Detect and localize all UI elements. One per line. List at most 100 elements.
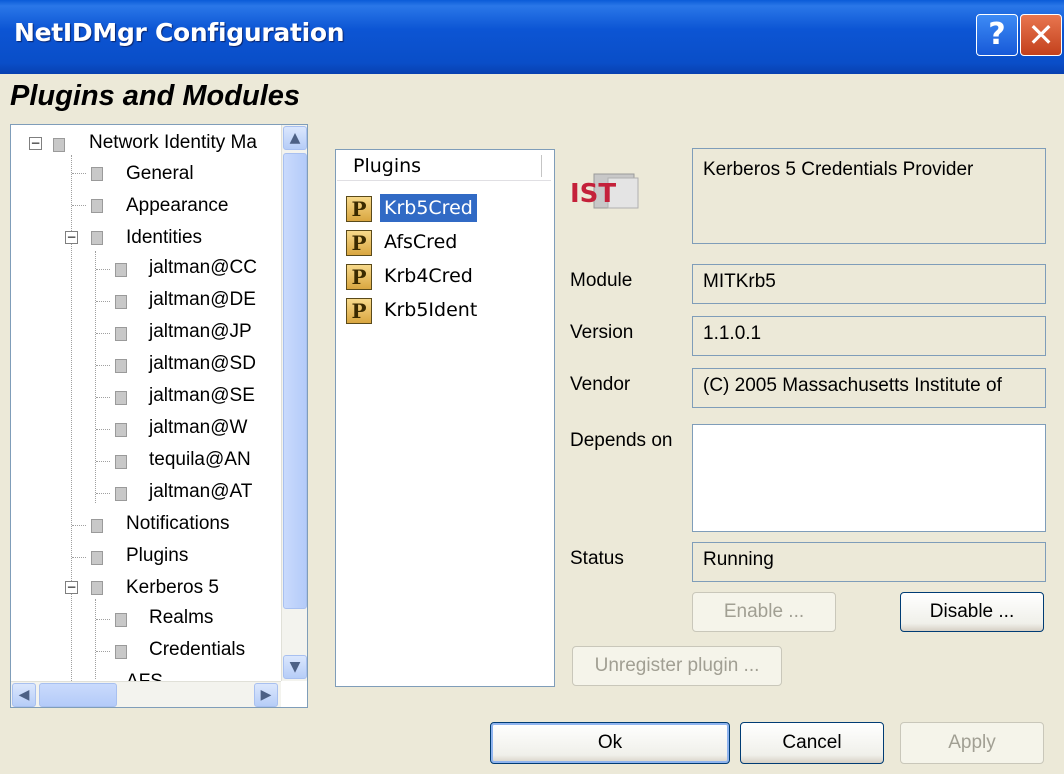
tree-line: [96, 301, 110, 302]
tree-item-identity[interactable]: jaltman@W: [149, 413, 247, 445]
tree-line: [96, 619, 110, 620]
tree-item-root[interactable]: Network Identity Ma: [89, 128, 257, 160]
tree-item-identity[interactable]: jaltman@SE: [149, 381, 255, 413]
plugin-label: Krb4Cred: [384, 265, 473, 287]
tree-line: [96, 429, 110, 430]
node-icon: [115, 613, 127, 627]
node-icon: [91, 231, 103, 245]
tree-item-identity[interactable]: jaltman@JP: [149, 317, 252, 349]
logo-text: IST: [570, 179, 616, 209]
plugins-header-label: Plugins: [353, 155, 422, 177]
node-icon: [91, 167, 103, 181]
scroll-down-icon[interactable]: ▼: [283, 655, 307, 679]
vendor-logo: IST: [570, 173, 639, 209]
tree-line: [72, 557, 86, 558]
node-icon: [91, 519, 103, 533]
tree-item-identity[interactable]: jaltman@CC: [149, 253, 257, 285]
node-icon: [91, 581, 103, 595]
collapse-identities-icon[interactable]: −: [65, 231, 78, 244]
tree-line: [96, 269, 110, 270]
tree-item-plugins[interactable]: Plugins: [126, 541, 188, 573]
page-heading: Plugins and Modules: [10, 80, 301, 112]
node-icon: [115, 327, 127, 341]
node-icon: [53, 138, 65, 152]
scroll-right-icon[interactable]: ▶: [254, 683, 278, 707]
version-label: Version: [570, 322, 634, 343]
tree-item-notifications[interactable]: Notifications: [126, 509, 230, 541]
plugins-column-header[interactable]: Plugins: [337, 151, 551, 181]
tree-item-appearance[interactable]: Appearance: [126, 191, 228, 223]
tree-item-identity[interactable]: jaltman@AT: [149, 477, 252, 509]
tree-line: [96, 397, 110, 398]
ok-button[interactable]: Ok: [490, 722, 730, 764]
tree-line: [96, 461, 110, 462]
tree-item-identity[interactable]: jaltman@SD: [149, 349, 256, 381]
config-tree[interactable]: − Network Identity Ma General Appearance…: [10, 124, 308, 708]
tree-line: [96, 493, 110, 494]
node-icon: [115, 359, 127, 373]
depends-field[interactable]: [692, 424, 1046, 532]
tree-line: [96, 365, 110, 366]
plugins-listview[interactable]: Plugins P Krb5Cred P AfsCred P Krb4Cred …: [335, 149, 555, 687]
plugin-icon: P: [346, 196, 372, 222]
version-field: 1.1.0.1: [692, 316, 1046, 356]
apply-button[interactable]: Apply: [900, 722, 1044, 764]
tree-vertical-scrollbar[interactable]: ▲ ▼: [281, 125, 307, 681]
window-title: NetIDMgr Configuration: [14, 18, 345, 47]
plugin-label: Krb5Ident: [384, 299, 478, 321]
plugin-label: Krb5Cred: [380, 194, 477, 222]
tree-content: − Network Identity Ma General Appearance…: [11, 125, 281, 681]
horizontal-scroll-thumb[interactable]: [39, 683, 117, 707]
plugin-icon: P: [346, 264, 372, 290]
header-separator: [541, 155, 545, 177]
vendor-field: (C) 2005 Massachusetts Institute of: [692, 368, 1046, 408]
close-button[interactable]: ✕: [1020, 14, 1062, 56]
tree-item-general[interactable]: General: [126, 159, 194, 191]
tree-item-identities[interactable]: Identities: [126, 223, 202, 255]
depends-label: Depends on: [570, 430, 673, 451]
plugin-icon: P: [346, 230, 372, 256]
node-icon: [115, 423, 127, 437]
description-field: Kerberos 5 Credentials Provider: [692, 148, 1046, 244]
tree-item-realms[interactable]: Realms: [149, 603, 213, 635]
tree-item-credentials[interactable]: Credentials: [149, 635, 245, 667]
status-label: Status: [570, 548, 624, 569]
vertical-scroll-thumb[interactable]: [283, 153, 307, 609]
cancel-button[interactable]: Cancel: [740, 722, 884, 764]
help-button[interactable]: ?: [976, 14, 1018, 56]
node-icon: [91, 199, 103, 213]
node-icon: [115, 487, 127, 501]
node-icon: [91, 551, 103, 565]
enable-button[interactable]: Enable ...: [692, 592, 836, 632]
collapse-kerberos-icon[interactable]: −: [65, 581, 78, 594]
tree-line: [72, 173, 86, 174]
tree-item-identity[interactable]: jaltman@DE: [149, 285, 256, 317]
tree-line: [96, 651, 110, 652]
unregister-plugin-button[interactable]: Unregister plugin ...: [572, 646, 782, 686]
node-icon: [115, 645, 127, 659]
module-label: Module: [570, 270, 633, 291]
disable-button[interactable]: Disable ...: [900, 592, 1044, 632]
tree-line: [95, 251, 96, 503]
scroll-up-icon[interactable]: ▲: [283, 126, 307, 150]
tree-line: [72, 525, 86, 526]
vendor-label: Vendor: [570, 374, 631, 395]
node-icon: [115, 295, 127, 309]
tree-item-afs[interactable]: AFS: [126, 667, 163, 681]
collapse-root-icon[interactable]: −: [29, 137, 42, 150]
tree-item-kerberos5[interactable]: Kerberos 5: [126, 573, 219, 605]
node-icon: [115, 391, 127, 405]
tree-line: [95, 599, 96, 679]
tree-line: [72, 205, 86, 206]
node-icon: [115, 263, 127, 277]
plugin-icon: P: [346, 298, 372, 324]
tree-line: [96, 333, 110, 334]
config-dialog: NetIDMgr Configuration ? ✕ Plugins and M…: [0, 0, 1064, 774]
node-icon: [115, 455, 127, 469]
scroll-left-icon[interactable]: ◀: [12, 683, 36, 707]
module-field: MITKrb5: [692, 264, 1046, 304]
tree-horizontal-scrollbar[interactable]: ◀ ▶: [11, 681, 281, 707]
tree-item-identity[interactable]: tequila@AN: [149, 445, 251, 477]
plugin-label: AfsCred: [384, 231, 458, 253]
title-bar[interactable]: NetIDMgr Configuration ? ✕: [0, 0, 1064, 74]
